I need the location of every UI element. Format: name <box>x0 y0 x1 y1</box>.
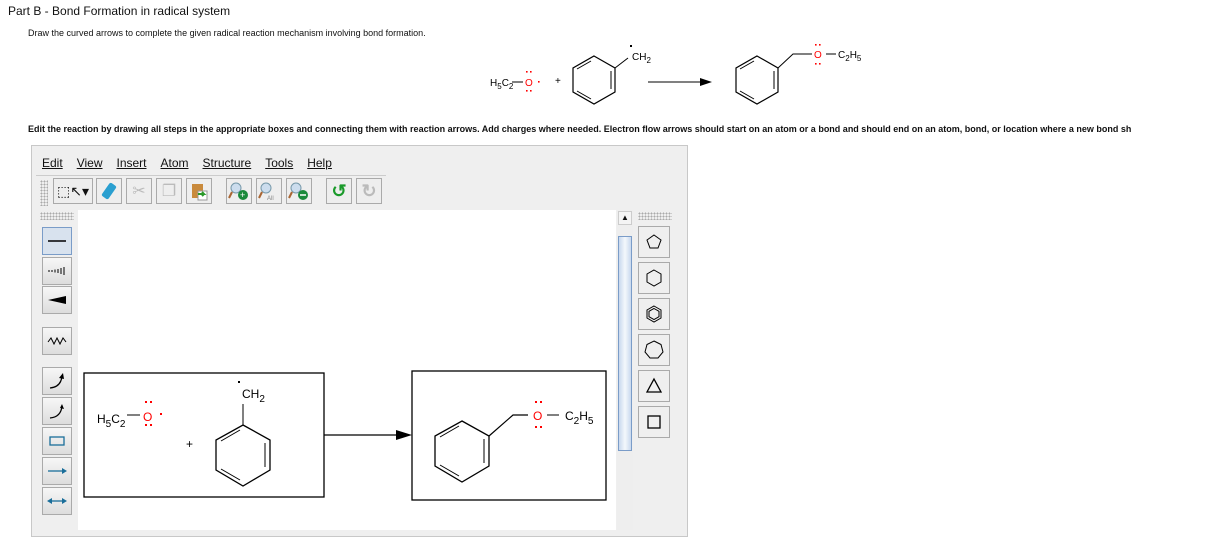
select-tool-button[interactable]: ⬚↖▾ <box>53 178 93 204</box>
half-arrow-icon <box>49 404 64 419</box>
ch2-label: CH2 <box>632 52 651 65</box>
undo-icon: ↺ <box>331 180 347 201</box>
reaction-arrow-button[interactable] <box>42 457 72 485</box>
wavy-bond-button[interactable] <box>42 327 72 355</box>
svg-text:C2H5: C2H5 <box>838 50 862 63</box>
menu-structure[interactable]: Structure <box>203 156 252 170</box>
template-cyclobutane[interactable] <box>638 406 670 438</box>
zoom-all-icon: All <box>258 182 274 202</box>
template-toolbar-grip[interactable] <box>638 212 672 220</box>
svg-text:O: O <box>814 50 822 61</box>
menu-insert[interactable]: Insert <box>116 156 146 170</box>
zoom-all-button[interactable]: All <box>256 178 282 204</box>
svg-text:+: + <box>555 76 561 87</box>
svg-text:O: O <box>143 410 152 424</box>
zoom-in-button[interactable]: + <box>226 178 252 204</box>
template-cycloheptane[interactable] <box>638 334 670 366</box>
zoom-out-icon <box>288 182 308 200</box>
svg-text:All: All <box>267 196 274 202</box>
copy-icon: ❐ <box>161 183 177 200</box>
scroll-up-button[interactable]: ▲ <box>618 211 632 225</box>
hashed-bond-icon <box>48 267 65 275</box>
two-electron-arrow-button[interactable] <box>42 367 72 395</box>
single-bond-icon <box>48 240 66 242</box>
menu-bar: Edit View Insert Atom Structure Tools He… <box>42 156 346 170</box>
wedge-bond-button[interactable] <box>42 286 72 314</box>
double-arrow-icon <box>47 498 67 504</box>
toolbar-grip[interactable] <box>40 180 48 206</box>
triangle-icon <box>645 377 663 393</box>
svg-text:+: + <box>240 190 245 200</box>
template-cyclopropane[interactable] <box>638 370 670 402</box>
resonance-arrow-button[interactable] <box>42 487 72 515</box>
menu-edit[interactable]: Edit <box>42 156 63 170</box>
zoom-in-icon: + <box>228 182 248 200</box>
triangle-up-icon: ▲ <box>621 213 629 222</box>
reactant-box <box>83 372 325 498</box>
eraser-button[interactable] <box>96 178 122 204</box>
hexagon-icon <box>646 269 662 287</box>
svg-text:O: O <box>533 409 542 423</box>
redo-icon: ↻ <box>361 180 377 201</box>
vertical-scrollbar[interactable]: ▲ <box>617 210 633 530</box>
reaction-box-button[interactable] <box>42 427 72 455</box>
undo-button[interactable]: ↺ <box>326 178 352 204</box>
svg-text:C2H5: C2H5 <box>565 409 594 427</box>
hashed-bond-button[interactable] <box>42 257 72 285</box>
copy-button[interactable]: ❐ <box>156 178 182 204</box>
scissors-icon: ✂ <box>132 183 146 200</box>
drawing-canvas[interactable]: H5C2 O + CH2 O C2H5 <box>78 210 616 530</box>
svg-text:+: + <box>186 437 193 451</box>
heptagon-icon <box>644 340 664 359</box>
square-icon <box>647 415 661 429</box>
rectangle-icon <box>49 436 65 446</box>
cut-button[interactable]: ✂ <box>126 178 152 204</box>
curved-arrow-icon <box>49 373 64 389</box>
template-benzene[interactable] <box>638 298 670 330</box>
arrow-right-icon <box>48 468 67 474</box>
wedge-bond-icon <box>48 296 66 304</box>
svg-text:CH2: CH2 <box>242 387 265 405</box>
left-toolbar-grip[interactable] <box>40 212 74 220</box>
menu-help[interactable]: Help <box>307 156 332 170</box>
product-box <box>411 370 607 501</box>
oxygen-atom: O <box>525 78 533 89</box>
single-bond-button[interactable] <box>42 227 72 255</box>
canvas-reaction: H5C2 O + CH2 O C2H5 <box>83 370 607 501</box>
one-electron-arrow-button[interactable] <box>42 397 72 425</box>
select-arrow-icon: ⬚↖▾ <box>57 182 89 199</box>
reaction-arrow <box>396 430 412 440</box>
paste-icon <box>192 184 208 201</box>
redo-button[interactable]: ↻ <box>356 178 382 204</box>
template-cyclopentane[interactable] <box>638 226 670 258</box>
wavy-bond-icon <box>47 336 67 346</box>
scroll-thumb[interactable] <box>618 236 632 451</box>
menu-tools[interactable]: Tools <box>265 156 293 170</box>
edit-instruction: Edit the reaction by drawing all steps i… <box>28 124 1132 134</box>
pentagon-icon <box>646 234 662 249</box>
menu-view[interactable]: View <box>77 156 103 170</box>
zoom-out-button[interactable] <box>286 178 312 204</box>
svg-text:H5C2: H5C2 <box>97 412 126 430</box>
eraser-icon <box>101 182 117 200</box>
paste-button[interactable] <box>186 178 212 204</box>
ethoxy-label: H5C2 <box>490 78 514 91</box>
template-cyclohexane[interactable] <box>638 262 670 294</box>
given-reaction: H5C2 O + CH2 O C2H5 <box>490 44 862 105</box>
benzene-icon <box>646 305 662 323</box>
menu-atom[interactable]: Atom <box>161 156 189 170</box>
